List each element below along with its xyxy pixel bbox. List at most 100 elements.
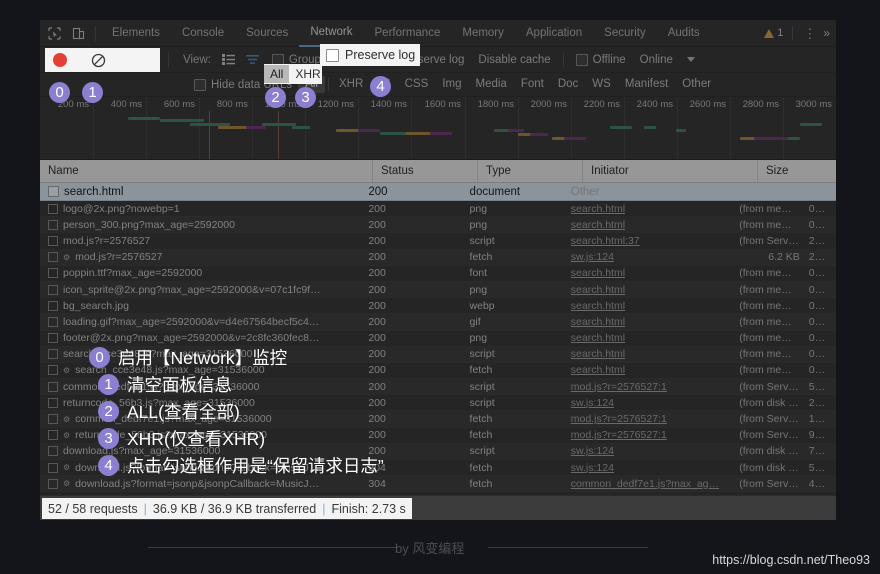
table-row[interactable]: logo@2x.png?nowebp=1 200 png search.html (fr… [40,201,836,218]
initiator-link[interactable]: sw.js:124 [571,251,614,263]
timeline-tick-line [571,97,572,159]
cell-type: script [469,380,495,393]
tab-audits[interactable]: Audits [657,21,711,46]
annotation-badge-2: 2 [98,401,119,422]
tab-sources[interactable]: Sources [235,21,299,46]
filter-type-other[interactable]: Other [675,76,718,93]
filter-type-doc[interactable]: Doc [551,76,585,93]
offline-checkbox[interactable] [575,53,588,66]
timeline-request-bar [246,126,266,129]
filter-type-img[interactable]: Img [435,76,468,93]
timeline-request-bar [644,126,656,129]
table-row[interactable]: ⚙ download.js?format=jsonp&jsonpCallback=… [40,476,836,493]
offline-option[interactable]: Offline [570,53,632,66]
initiator-link[interactable]: common_dedf7e1.js?max_ag… [571,478,719,490]
initiator-link[interactable]: mod.js?r=2576527:1 [571,413,667,425]
timeline-tick-label: 1800 ms [477,99,514,110]
more-options-icon[interactable]: ⋮ [798,27,821,40]
filter-type-font[interactable]: Font [514,76,551,93]
hide-data-urls-checkbox[interactable] [194,78,206,91]
cell-status: 200 [368,218,386,231]
table-row[interactable]: icon_sprite@2x.png?max_age=2592000&v=07c… [40,281,836,299]
column-header-size[interactable]: Size [758,160,836,182]
column-header-initiator[interactable]: Initiator [583,160,758,182]
marker-badge-0: 0 [49,82,70,103]
table-row[interactable]: poppin.ttf?max_age=2592000 200 font search.… [40,266,836,282]
initiator-link[interactable]: search.html [571,219,625,231]
filter-type-media[interactable]: Media [469,76,514,93]
column-header-type[interactable]: Type [478,160,583,182]
initiator-link[interactable]: sw.js:124 [571,397,614,409]
timeline-request-bar [564,137,586,140]
filter-type-xhr[interactable]: XHR [289,65,326,83]
cell-type: script [469,234,495,247]
chevron-more-icon[interactable]: » [821,26,836,40]
warning-counter[interactable]: 1 [764,27,787,39]
file-type-icon [48,268,58,279]
waterfall-view-icon[interactable] [242,49,264,71]
disable-cache-label: Disable cache [478,53,551,66]
filter-type-ws[interactable]: WS [585,76,618,93]
initiator-link[interactable]: search.html [571,332,625,344]
table-row[interactable]: search.html 200 document Other [40,183,836,201]
status-bar-summary: 52 / 58 requests | 36.9 KB / 36.9 KB tra… [42,498,412,519]
cell-name: person_300.png?max_age=2592000 [40,219,360,231]
cell-status: 200 [368,251,386,264]
tab-performance[interactable]: Performance [364,21,452,46]
page-footer: by 风变编程 https://blog.csdn.net/Theo93 [0,520,880,574]
tab-security[interactable]: Security [593,21,657,46]
all-xhr-filter-highlight[interactable]: All XHR [264,64,322,84]
filter-type-css[interactable]: CSS [398,76,436,93]
filter-type-xhr[interactable]: XHR [332,76,370,93]
cell-type: fetch [469,429,493,442]
initiator-link[interactable]: search.html [571,284,625,296]
cell-time: 0… [808,315,826,328]
tab-network[interactable]: Network [299,20,364,47]
initiator-link[interactable]: search.html:37 [571,235,640,247]
tab-memory[interactable]: Memory [451,21,515,46]
record-controls-highlight[interactable] [45,48,160,72]
inspect-element-icon[interactable] [42,21,66,45]
timeline-request-bar [292,126,310,129]
initiator-link[interactable]: mod.js?r=2576527:1 [571,381,667,393]
list-view-icon[interactable] [218,49,240,71]
file-type-icon [48,316,58,327]
column-header-name[interactable]: Name [40,160,373,182]
service-worker-icon: ⚙ [63,430,71,440]
filter-type-all[interactable]: All [264,65,290,83]
initiator-link[interactable]: search.html [571,300,625,312]
file-type-icon [48,430,58,441]
initiator-link[interactable]: search.html [571,348,625,360]
throttling-caret[interactable] [681,57,701,62]
network-filter-bar: Hide data URLs All XHR JS CSS Img Media … [40,73,836,97]
record-icon[interactable] [53,53,67,67]
initiator-link[interactable]: sw.js:124 [571,445,614,457]
initiator-link[interactable]: search.html [571,203,625,215]
initiator-link[interactable]: search.html [571,316,625,328]
network-overview-timeline[interactable]: 200 ms400 ms600 ms800 ms1000 ms1200 ms14… [40,97,836,160]
clear-icon[interactable] [91,53,106,68]
table-row[interactable]: person_300.png?max_age=2592000 200 png sear… [40,217,836,234]
tab-elements[interactable]: Elements [101,21,171,46]
initiator-link[interactable]: sw.js:124 [571,462,614,474]
annotation-0: 0 启用【Network】监控 [89,345,287,370]
disable-cache-option[interactable]: Disable cache [472,54,556,66]
tab-application[interactable]: Application [515,21,593,46]
column-header-status[interactable]: Status [373,160,478,182]
service-worker-icon: ⚙ [63,463,71,473]
table-row[interactable]: ⚙ mod.js?r=2576527 200 fetch sw.js:124 6.2 KB… [40,249,836,266]
cell-size: (from memory cache) [739,348,807,361]
table-row[interactable]: loading.gif?max_age=2592000&v=d4e67564be… [40,314,836,331]
tab-console[interactable]: Console [171,21,235,46]
initiator-link[interactable]: search.html [571,364,625,376]
device-toolbar-icon[interactable] [66,21,90,45]
table-row[interactable]: mod.js?r=2576527 200 script search.html:37 (… [40,233,836,250]
preserve-log-checkbox[interactable] [326,48,339,62]
table-row[interactable]: bg_search.jpg 200 webp search.html (from mem… [40,298,836,315]
throttling-select[interactable]: Online [634,54,679,66]
request-name-label: mod.js?r=2576527 [75,251,163,264]
filter-type-manifest[interactable]: Manifest [618,76,675,93]
initiator-link[interactable]: search.html [571,267,625,279]
preserve-log-highlight[interactable]: Preserve log [320,44,420,66]
initiator-link[interactable]: mod.js?r=2576527:1 [571,429,667,441]
